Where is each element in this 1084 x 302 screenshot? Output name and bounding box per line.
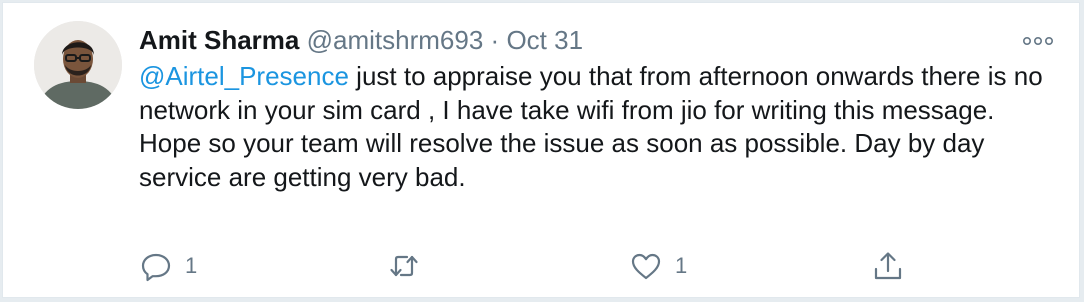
tweet-actions: 1 1 (139, 249, 919, 283)
tweet-header: Amit Sharma @amitshrm693 · Oct 31 (139, 23, 1019, 57)
reply-button[interactable]: 1 (139, 249, 197, 283)
like-count: 1 (675, 253, 688, 278)
tweet-date[interactable]: Oct 31 (506, 25, 583, 55)
retweet-icon (387, 249, 421, 283)
author-handle[interactable]: @amitshrm693 (307, 25, 484, 55)
reply-count: 1 (185, 253, 198, 278)
tweet-paragraph-2: Hope so your team will resolve the issue… (139, 128, 985, 192)
tweet-paragraph-1: @Airtel_Presence just to appraise you th… (139, 60, 1059, 127)
more-dots-icon[interactable] (1021, 29, 1055, 53)
like-button[interactable]: 1 (629, 249, 687, 283)
avatar-image (34, 21, 122, 109)
separator-dot: · (490, 25, 500, 55)
reply-icon (139, 249, 173, 283)
author-name[interactable]: Amit Sharma (139, 25, 299, 55)
avatar[interactable] (34, 21, 122, 109)
tweet-text: @Airtel_Presence just to appraise you th… (139, 60, 1059, 194)
share-button[interactable] (871, 249, 905, 283)
share-icon (871, 249, 905, 283)
retweet-button[interactable] (387, 249, 421, 283)
tweet-card[interactable]: Amit Sharma @amitshrm693 · Oct 31 @Airte… (2, 2, 1080, 298)
mention-link[interactable]: @Airtel_Presence (139, 61, 349, 91)
heart-icon (629, 249, 663, 283)
